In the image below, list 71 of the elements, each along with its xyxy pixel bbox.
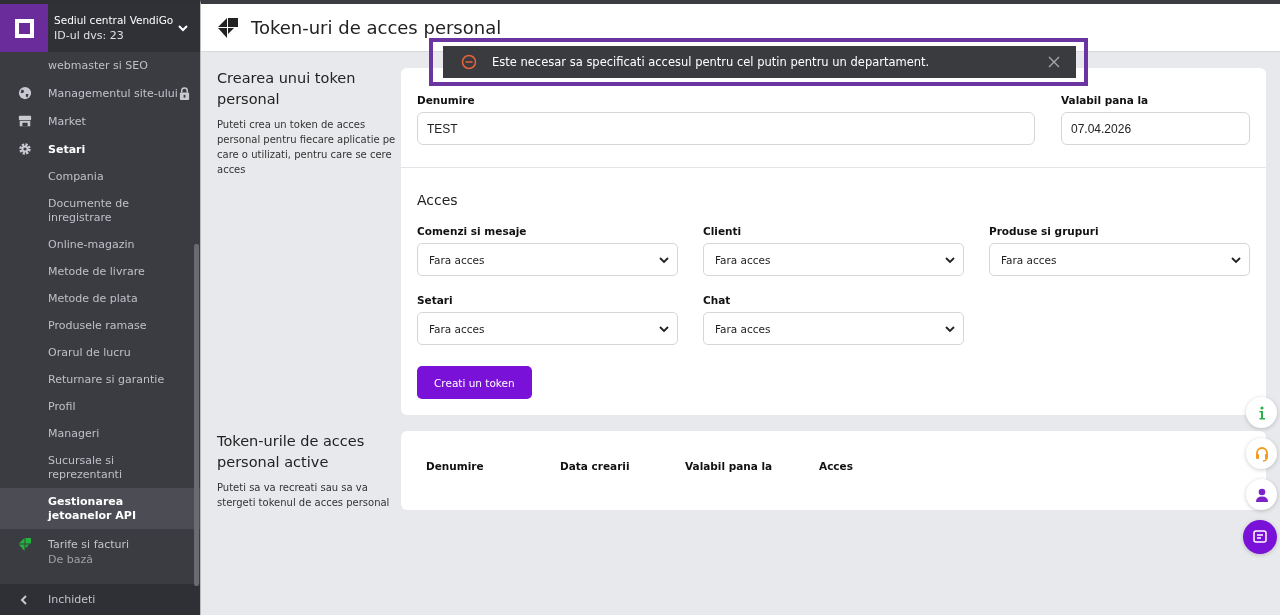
account-id: ID-ul dvs: 23 bbox=[54, 29, 125, 42]
select-field[interactable]: Fara acces bbox=[417, 312, 678, 345]
gear-icon bbox=[18, 142, 32, 156]
nav-item[interactable]: Manageri bbox=[0, 420, 200, 447]
toast-message: Este necesar sa specificati accesul pentru cel putin pentru un departament. bbox=[492, 55, 931, 69]
chevron-down-icon bbox=[1231, 254, 1241, 265]
nav-item[interactable]: Sucursale si reprezentanti bbox=[0, 447, 200, 488]
chevron-down-icon bbox=[178, 23, 188, 33]
field-label: Setari bbox=[417, 294, 454, 306]
column-header: Valabil pana la bbox=[685, 460, 774, 472]
close-icon bbox=[1048, 56, 1060, 68]
input-field[interactable]: 07.04.2026 bbox=[1061, 112, 1250, 145]
chevron-down-icon bbox=[945, 323, 955, 334]
close-button[interactable] bbox=[1046, 54, 1062, 70]
globe-icon bbox=[18, 86, 32, 100]
section-description: Puteti sa va recreati sau sa va stergeti tokenul de acces personal bbox=[217, 481, 391, 510]
error-icon bbox=[461, 54, 477, 70]
store-icon bbox=[18, 114, 32, 128]
account-name: Sediul central VendiGo bbox=[54, 14, 175, 26]
field-label: Produse si grupuri bbox=[989, 225, 1100, 237]
field-label: Clienti bbox=[703, 225, 743, 237]
nav-item[interactable]: Online-magazin bbox=[0, 231, 200, 258]
chat-icon bbox=[1252, 529, 1268, 545]
nav-item[interactable]: Metode de livrare bbox=[0, 258, 200, 285]
nav-label: Managementul site-ului bbox=[48, 86, 179, 100]
chevron-down-icon bbox=[659, 323, 669, 334]
nav-item[interactable]: Profil bbox=[0, 393, 200, 420]
nav-item[interactable]: Setari bbox=[0, 135, 200, 163]
select-field[interactable]: Fara acces bbox=[703, 312, 964, 345]
section-title: Crearea unui token personal bbox=[217, 69, 357, 109]
column-header: Data crearii bbox=[560, 460, 631, 472]
user-icon bbox=[1253, 486, 1270, 503]
select-field[interactable]: Fara acces bbox=[989, 243, 1250, 276]
nav-label: Setari bbox=[48, 142, 87, 156]
nav-item[interactable]: webmaster si SEO bbox=[0, 52, 200, 79]
section-heading: Acces bbox=[417, 192, 459, 208]
nav-item[interactable]: Returnare si garantie bbox=[0, 366, 200, 393]
nav-label: Market bbox=[48, 114, 87, 128]
select-field[interactable]: Fara acces bbox=[703, 243, 964, 276]
nav-item[interactable]: Documente de inregistrare bbox=[0, 190, 200, 231]
chevron-down-icon bbox=[945, 254, 955, 265]
field-label: Denumire bbox=[417, 94, 476, 106]
section-description: Puteti crea un token de acces personal pentru fiecare aplicatie pe care o utilizati, pentru care se cere acces bbox=[217, 118, 397, 177]
headset-icon bbox=[1253, 445, 1270, 462]
chevron-left-icon bbox=[20, 594, 28, 605]
logo-icon bbox=[17, 537, 32, 552]
nav-item[interactable]: Orarul de lucru bbox=[0, 339, 200, 366]
nav-item[interactable]: Gestionarea jetoanelor API bbox=[0, 488, 200, 529]
nav-item[interactable]: Compania bbox=[0, 163, 200, 190]
section-title: Token-urile de acces personal active bbox=[217, 432, 366, 472]
field-label: Comenzi si mesaje bbox=[417, 225, 528, 237]
create-button[interactable]: Creati un token bbox=[417, 366, 532, 399]
logo-icon bbox=[217, 16, 239, 39]
nav-item[interactable]: Produsele ramase bbox=[0, 312, 200, 339]
plan-name: De bază bbox=[48, 552, 94, 567]
page-title: Token-uri de acces personal bbox=[251, 17, 502, 38]
account-switcher[interactable]: Sediul central VendiGo ID-ul dvs: 23 bbox=[0, 4, 200, 52]
field-label: Chat bbox=[703, 294, 732, 306]
chevron-down-icon bbox=[659, 254, 669, 265]
field-label: Valabil pana la bbox=[1061, 94, 1150, 106]
nav-item[interactable]: Metode de plata bbox=[0, 285, 200, 312]
collapse-link[interactable]: Inchideti bbox=[48, 593, 96, 606]
column-header: Acces bbox=[819, 460, 853, 472]
nav-item[interactable]: Market bbox=[0, 107, 200, 135]
column-header: Denumire bbox=[426, 460, 485, 472]
select-field[interactable]: Fara acces bbox=[417, 243, 678, 276]
scrollbar-thumb[interactable] bbox=[194, 244, 199, 586]
input-field[interactable]: TEST bbox=[417, 112, 1035, 145]
logo-icon bbox=[0, 4, 48, 52]
nav-item[interactable]: Managementul site-ului bbox=[0, 79, 200, 107]
nav-item[interactable]: Tarife si facturi bbox=[48, 537, 130, 552]
